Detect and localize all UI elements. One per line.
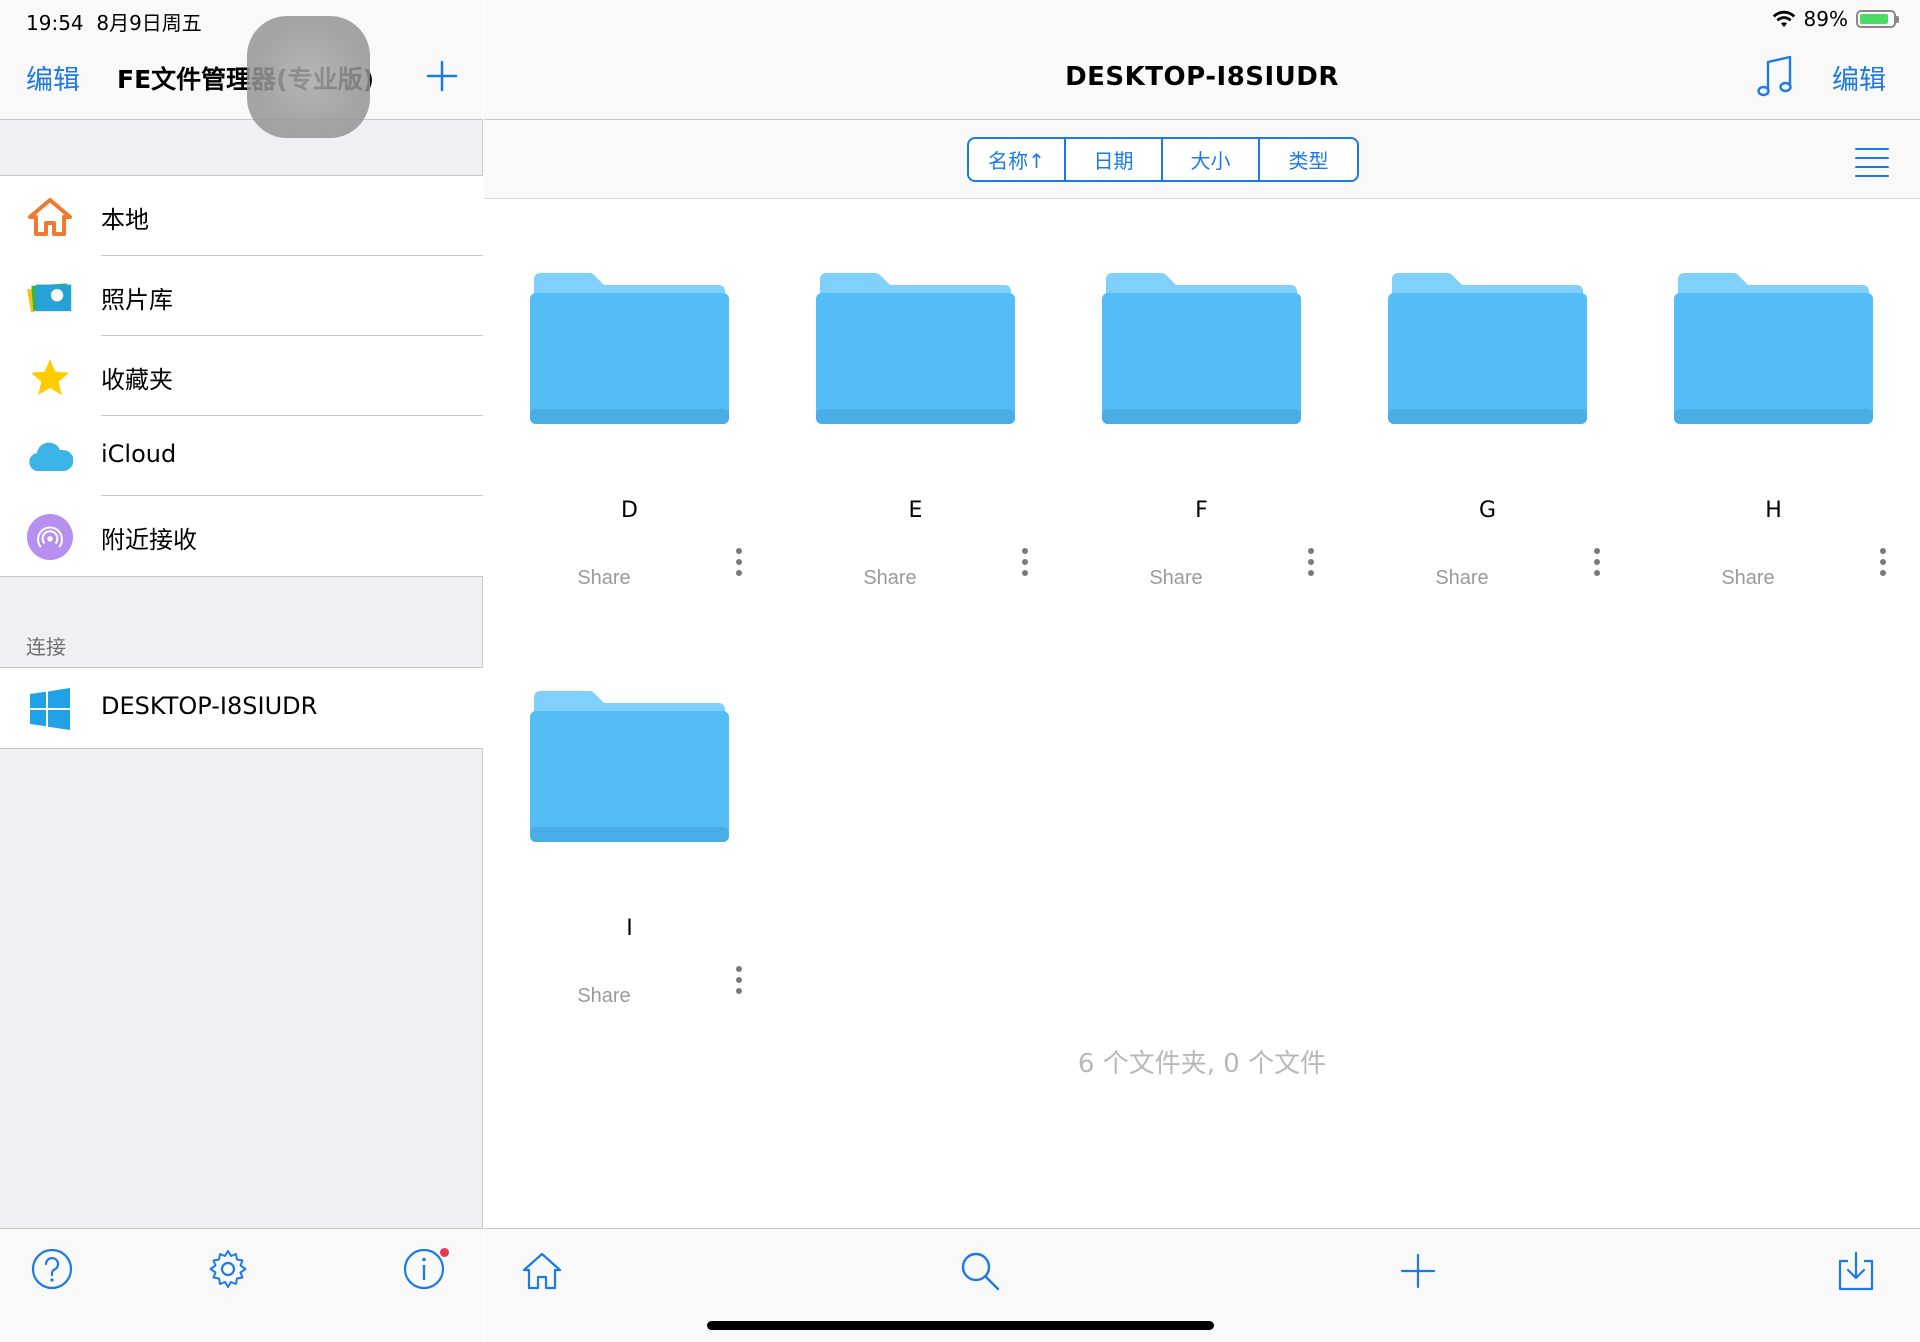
- list-view-icon[interactable]: [1854, 146, 1890, 178]
- home-indicator: [707, 1321, 1214, 1330]
- sidebar-item-favorites[interactable]: 收藏夹: [0, 336, 483, 416]
- sidebar-item-label: DESKTOP-I8SIUDR: [101, 692, 318, 720]
- folder-name: F: [1195, 498, 1208, 523]
- photos-icon: [27, 274, 73, 320]
- folder-name: H: [1765, 498, 1782, 523]
- house-icon: [27, 194, 73, 240]
- time-text: 19:54: [26, 11, 84, 35]
- sort-by-size[interactable]: 大小: [1163, 139, 1260, 180]
- folder-icon: [1102, 273, 1301, 424]
- battery-icon: [1856, 10, 1899, 28]
- wifi-icon: [1772, 10, 1795, 27]
- sort-by-name[interactable]: 名称↑: [969, 139, 1066, 180]
- connections-list: DESKTOP-I8SIUDR: [0, 667, 483, 749]
- sidebar-item-label: 照片库: [101, 286, 173, 314]
- more-options-icon[interactable]: [1878, 548, 1888, 584]
- sidebar-edit-button[interactable]: 编辑: [26, 58, 80, 97]
- home-icon[interactable]: [520, 1249, 564, 1293]
- status-right: 89%: [1772, 7, 1899, 31]
- more-options-icon[interactable]: [1592, 548, 1602, 584]
- sort-segmented-control: 名称↑ 日期 大小 类型: [967, 137, 1359, 182]
- folder-share-label: Share: [577, 567, 631, 589]
- sort-by-type[interactable]: 类型: [1260, 139, 1357, 180]
- sidebar: 编辑 FE文件管理器(专业版) 本地 照片库 收藏夹 iCloud 附近接收 连…: [0, 0, 483, 1342]
- music-note-icon[interactable]: [1756, 54, 1796, 100]
- folder-item[interactable]: I Share: [484, 618, 770, 1008]
- airdrop-icon: [27, 514, 73, 560]
- folder-icon: [530, 273, 729, 424]
- folder-share-label: Share: [1435, 567, 1489, 589]
- sidebar-item-label: 附近接收: [101, 526, 197, 554]
- more-options-icon[interactable]: [734, 548, 744, 584]
- status-time: 19:54 8月9日周五: [26, 7, 202, 36]
- more-options-icon[interactable]: [734, 966, 744, 1002]
- sidebar-item-label: 收藏夹: [101, 366, 173, 394]
- folder-share-label: Share: [863, 567, 917, 589]
- folder-item[interactable]: E Share: [770, 200, 1056, 590]
- folder-item[interactable]: G Share: [1342, 200, 1628, 590]
- folder-name: G: [1478, 498, 1497, 523]
- main-pane: DESKTOP-I8SIUDR 编辑 名称↑ 日期 大小 类型 D Share E S…: [484, 0, 1920, 1342]
- sidebar-item-label: iCloud: [101, 440, 177, 468]
- folder-icon: [530, 691, 729, 842]
- sidebar-item-icloud[interactable]: iCloud: [0, 416, 483, 496]
- page-title: DESKTOP-I8SIUDR: [1065, 62, 1339, 92]
- help-icon[interactable]: [30, 1247, 74, 1291]
- sidebar-item-label: 本地: [101, 206, 149, 234]
- download-icon[interactable]: [1834, 1249, 1878, 1293]
- sort-bar: 名称↑ 日期 大小 类型: [484, 120, 1920, 199]
- folder-icon: [1388, 273, 1587, 424]
- sidebar-item-photos[interactable]: 照片库: [0, 256, 483, 336]
- main-edit-button[interactable]: 编辑: [1832, 58, 1886, 97]
- folder-item[interactable]: F Share: [1056, 200, 1342, 590]
- cloud-icon: [27, 434, 73, 480]
- more-options-icon[interactable]: [1020, 548, 1030, 584]
- folder-icon: [1674, 273, 1873, 424]
- folder-share-label: Share: [1721, 567, 1775, 589]
- folder-share-label: Share: [1149, 567, 1203, 589]
- search-icon[interactable]: [958, 1249, 1002, 1293]
- sidebar-item-local[interactable]: 本地: [0, 176, 483, 256]
- folder-name: I: [626, 916, 633, 941]
- folder-name: E: [908, 498, 923, 523]
- folder-icon: [816, 273, 1015, 424]
- folder-item[interactable]: H Share: [1628, 200, 1914, 590]
- add-connection-icon[interactable]: [424, 58, 460, 94]
- folder-summary: 6 个文件夹, 0 个文件: [1077, 1049, 1327, 1079]
- folder-item[interactable]: D Share: [484, 200, 770, 590]
- sidebar-item-nearby[interactable]: 附近接收: [0, 496, 483, 576]
- folder-name: D: [621, 498, 638, 523]
- windows-icon: [27, 686, 73, 732]
- status-bar: 19:54 8月9日周五 89%: [0, 0, 1920, 38]
- sidebar-item-desktop[interactable]: DESKTOP-I8SIUDR: [0, 668, 483, 748]
- notification-dot: [440, 1248, 449, 1257]
- battery-percent: 89%: [1803, 7, 1848, 31]
- battery-fill: [1860, 14, 1889, 24]
- locations-list: 本地 照片库 收藏夹 iCloud 附近接收: [0, 175, 483, 577]
- star-icon: [27, 354, 73, 400]
- more-options-icon[interactable]: [1306, 548, 1316, 584]
- connections-header: 连接: [26, 635, 66, 659]
- sidebar-toolbar: [0, 1228, 483, 1342]
- settings-icon[interactable]: [206, 1247, 250, 1291]
- date-text: 8月9日周五: [96, 11, 202, 35]
- plus-icon[interactable]: [1396, 1249, 1440, 1293]
- sort-by-date[interactable]: 日期: [1066, 139, 1163, 180]
- folder-share-label: Share: [577, 985, 631, 1007]
